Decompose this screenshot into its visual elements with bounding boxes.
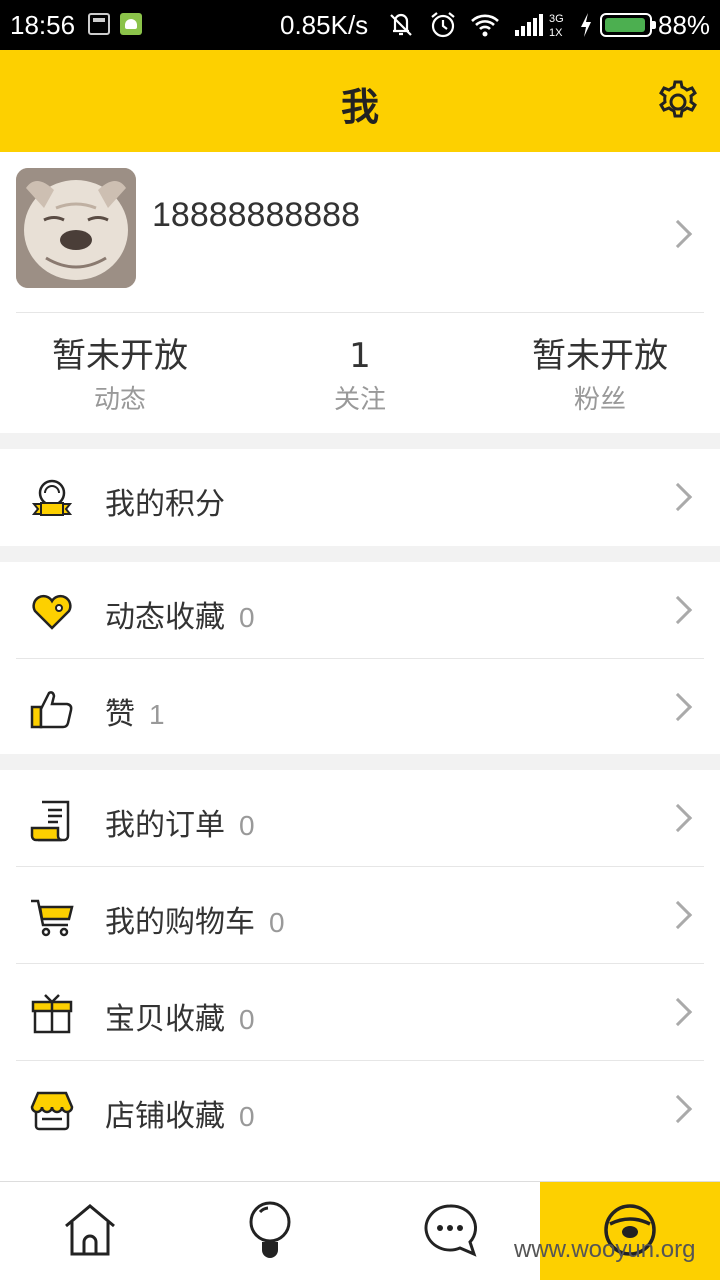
medal-icon bbox=[31, 479, 73, 516]
svg-text:3G: 3G bbox=[549, 13, 564, 25]
cell-signal-icon: 3G 1X bbox=[515, 13, 564, 39]
android-icon bbox=[120, 13, 142, 35]
chevron-right-icon bbox=[663, 595, 693, 625]
status-bar: 18:56 0.85K/s 3G 1X 88% bbox=[0, 0, 720, 50]
points-section: 我的积分 bbox=[0, 449, 720, 546]
receipt-icon bbox=[30, 800, 70, 842]
gift-icon bbox=[31, 994, 73, 1034]
network-speed: 0.85K/s bbox=[280, 10, 369, 40]
vibrate-off-icon bbox=[390, 13, 412, 36]
charging-icon bbox=[581, 13, 591, 37]
shopping-section: 我的订单 0 我的购物车 0 宝贝收藏 0 店铺收藏 0 bbox=[0, 770, 720, 1181]
menu-item-item-fav[interactable]: 宝贝收藏 0 bbox=[0, 964, 720, 1061]
cart-icon bbox=[31, 899, 74, 937]
menu-item-cart[interactable]: 我的购物车 0 bbox=[0, 867, 720, 964]
stat-dynamic[interactable]: 暂未开放 动态 bbox=[0, 334, 240, 420]
tab-discover[interactable] bbox=[180, 1182, 360, 1280]
profile-card: 18888888888 暂未开放 动态 1 关注 暂未开放 粉丝 bbox=[0, 152, 720, 433]
svg-text:1X: 1X bbox=[549, 27, 563, 39]
gear-icon[interactable] bbox=[654, 78, 702, 126]
count-badge: 0 bbox=[239, 810, 255, 841]
menu-item-label: 宝贝收藏 0 bbox=[105, 1002, 255, 1037]
avatar[interactable] bbox=[16, 168, 136, 288]
menu-item-label: 我的购物车 0 bbox=[105, 905, 285, 940]
stat-value: 暂未开放 bbox=[532, 336, 668, 376]
stat-label: 粉丝 bbox=[573, 385, 626, 415]
menu-item-orders[interactable]: 我的订单 0 bbox=[0, 770, 720, 867]
chevron-right-icon bbox=[663, 803, 693, 833]
count-badge: 1 bbox=[149, 699, 165, 730]
heart-icon bbox=[32, 594, 72, 630]
menu-item-label: 我的订单 0 bbox=[105, 808, 255, 843]
stat-following[interactable]: 1 关注 bbox=[240, 334, 480, 420]
shop-icon bbox=[30, 1091, 74, 1131]
notification-app-icon bbox=[88, 13, 110, 35]
status-time: 18:56 bbox=[10, 10, 76, 40]
menu-item-points[interactable]: 我的积分 bbox=[0, 449, 720, 546]
menu-item-label: 我的积分 bbox=[105, 487, 225, 522]
username: 18888888888 bbox=[152, 196, 361, 234]
menu-item-label: 动态收藏 0 bbox=[105, 600, 255, 635]
count-badge: 0 bbox=[239, 1004, 255, 1035]
bulb-icon bbox=[249, 1201, 291, 1258]
menu-item-dynamic-fav[interactable]: 动态收藏 0 bbox=[0, 562, 720, 659]
menu-item-label: 店铺收藏 0 bbox=[105, 1099, 255, 1134]
tab-me[interactable] bbox=[540, 1182, 720, 1280]
tab-home[interactable] bbox=[0, 1182, 180, 1280]
stat-value: 暂未开放 bbox=[52, 336, 188, 376]
chevron-right-icon bbox=[663, 692, 693, 722]
alarm-icon bbox=[431, 12, 455, 38]
stat-label: 关注 bbox=[333, 385, 386, 415]
menu-item-label: 赞1 bbox=[105, 697, 165, 732]
menu-item-shop-fav[interactable]: 店铺收藏 0 bbox=[0, 1061, 720, 1158]
thumbs-up-icon bbox=[30, 691, 73, 729]
chevron-right-icon[interactable] bbox=[663, 219, 693, 249]
chat-icon bbox=[424, 1204, 478, 1257]
chevron-right-icon bbox=[663, 1094, 693, 1124]
wifi-icon bbox=[471, 14, 499, 37]
count-badge: 0 bbox=[269, 907, 285, 938]
bottom-nav bbox=[0, 1181, 720, 1280]
stat-value: 1 bbox=[349, 336, 371, 376]
menu-item-likes[interactable]: 赞1 bbox=[0, 659, 720, 756]
count-badge: 0 bbox=[239, 602, 255, 633]
battery-percent: 88% bbox=[658, 10, 711, 40]
favorites-section: 动态收藏 0 赞1 bbox=[0, 562, 720, 754]
stat-label: 动态 bbox=[93, 385, 146, 415]
chevron-right-icon bbox=[663, 997, 693, 1027]
tab-messages[interactable] bbox=[360, 1182, 540, 1280]
stat-fans[interactable]: 暂未开放 粉丝 bbox=[480, 334, 720, 420]
count-badge: 0 bbox=[239, 1101, 255, 1132]
chevron-right-icon bbox=[663, 900, 693, 930]
chevron-right-icon bbox=[663, 482, 693, 512]
watermark: www.wooyun.org bbox=[514, 1236, 696, 1263]
page-title: 我 bbox=[340, 85, 379, 129]
divider bbox=[16, 312, 704, 313]
home-icon bbox=[65, 1204, 115, 1256]
battery-icon bbox=[600, 13, 656, 37]
app-header: 我 bbox=[0, 50, 720, 152]
